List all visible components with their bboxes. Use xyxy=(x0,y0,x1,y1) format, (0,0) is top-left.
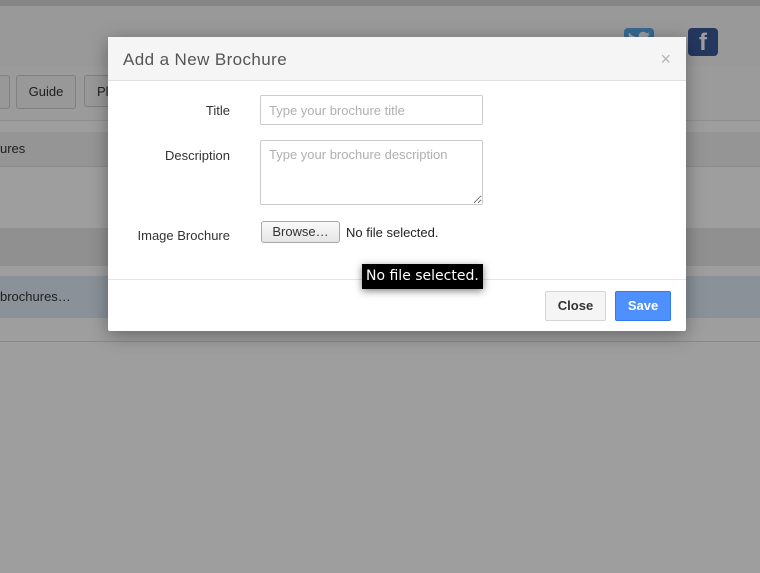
browse-button[interactable]: Browse… xyxy=(261,221,340,243)
file-status-text: No file selected. xyxy=(346,225,439,240)
close-icon[interactable]: × xyxy=(660,49,671,70)
save-button[interactable]: Save xyxy=(615,291,671,321)
image-brochure-label: Image Brochure xyxy=(137,228,231,243)
file-tooltip: No file selected. xyxy=(362,264,483,289)
description-textarea[interactable] xyxy=(260,140,483,205)
modal-header: Add a New Brochure × xyxy=(108,37,686,81)
modal-title: Add a New Brochure xyxy=(123,50,288,69)
title-label: Title xyxy=(205,103,230,118)
title-input[interactable] xyxy=(260,95,483,125)
description-label: Description xyxy=(164,148,230,163)
close-button[interactable]: Close xyxy=(545,291,606,321)
